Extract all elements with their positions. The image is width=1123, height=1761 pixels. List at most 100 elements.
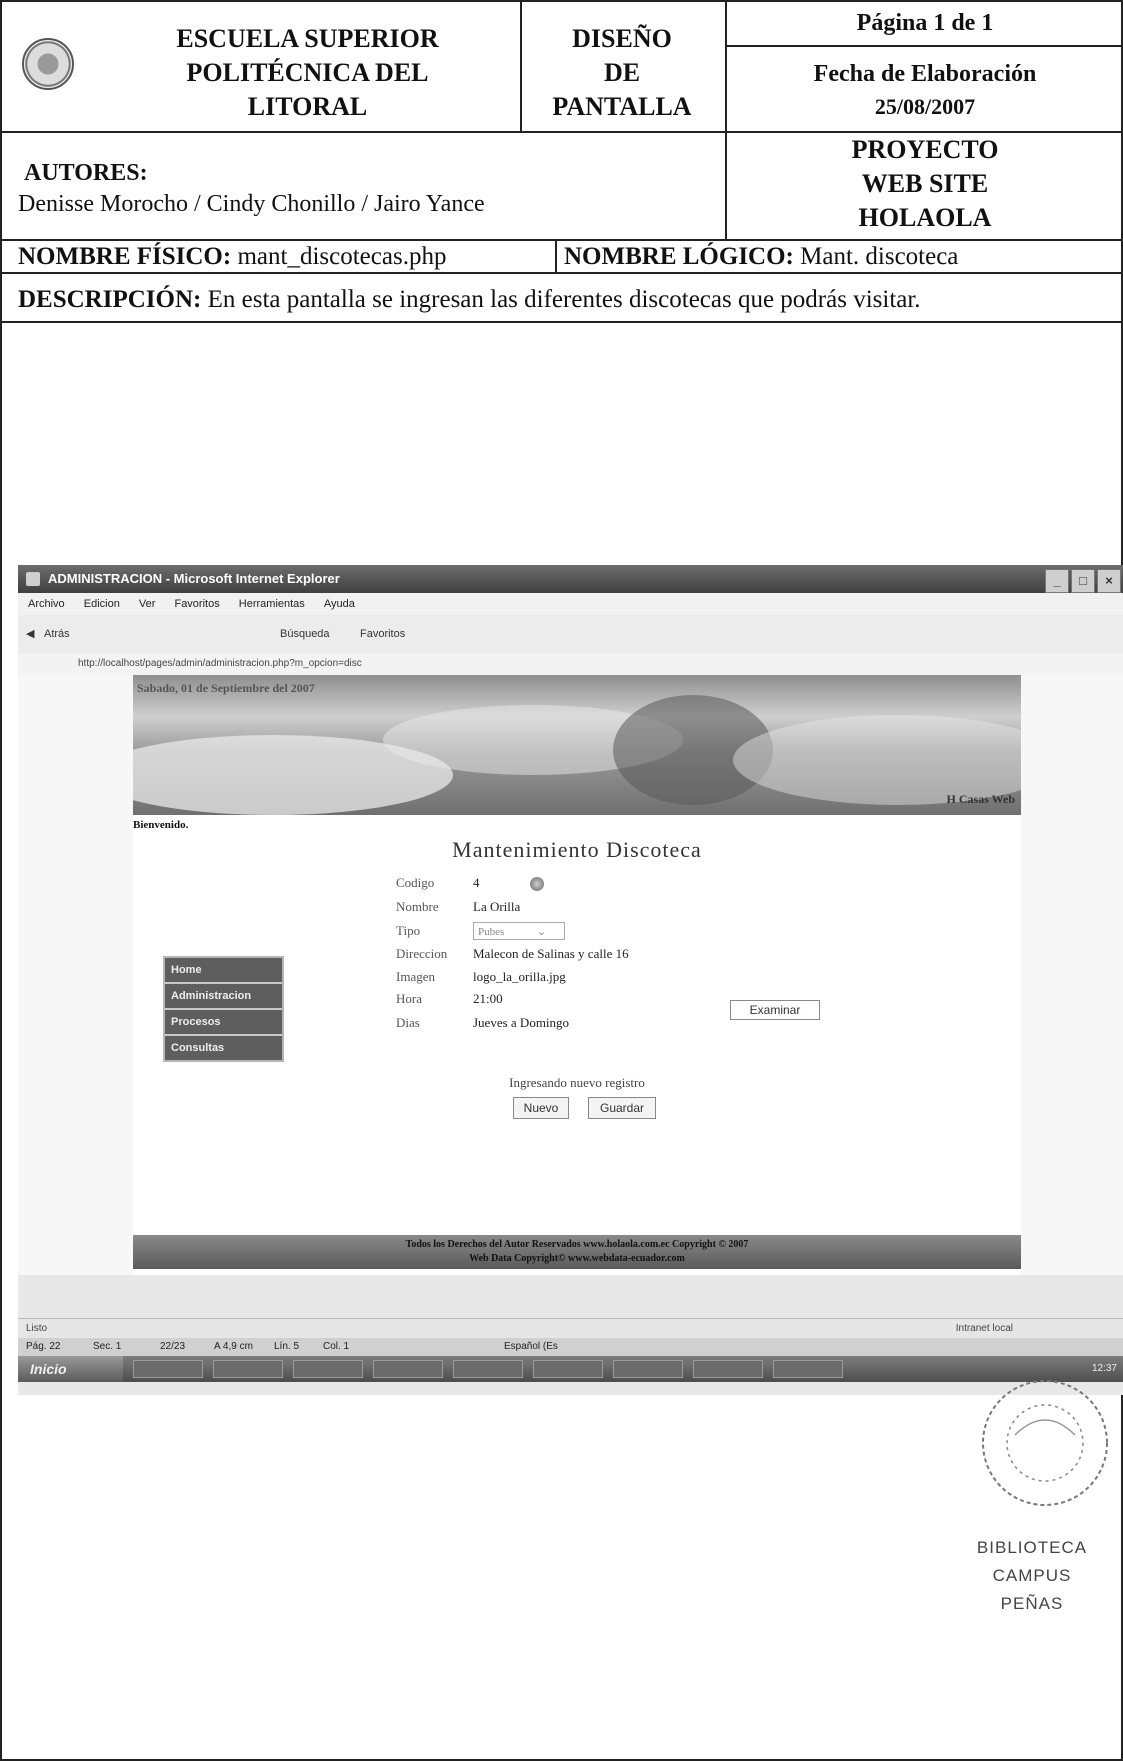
status-left: Listo (26, 1323, 48, 1334)
window-titlebar: ADMINISTRACION - Microsoft Internet Expl… (18, 565, 1123, 593)
tipo-value: Pubes (478, 926, 505, 938)
taskbar-item[interactable] (453, 1360, 523, 1378)
guardar-button[interactable]: Guardar (588, 1097, 656, 1119)
institution-line: POLITÉCNICA DEL (186, 58, 429, 87)
proyecto-line: HOLAOLA (858, 203, 992, 232)
institution-name: ESCUELA SUPERIOR POLITÉCNICA DEL LITORAL (110, 22, 505, 124)
nombre-logico-value: Mant. discoteca (800, 243, 959, 270)
nav-procesos[interactable]: Procesos (165, 1010, 282, 1036)
menu-ayuda[interactable]: Ayuda (324, 598, 355, 610)
descripcion-label: DESCRIPCIÓN: (18, 286, 202, 313)
nombre-logico: NOMBRE LÓGICO: Mant. discoteca (564, 240, 958, 273)
taskbar-item[interactable] (773, 1360, 843, 1378)
nombre-logico-label: NOMBRE LÓGICO: (564, 243, 794, 270)
word-language: Español (Es (504, 1341, 558, 1352)
divider (725, 45, 1123, 47)
back-button[interactable]: Atrás (44, 615, 70, 653)
banner-label: H Casas Web (946, 792, 1015, 806)
espol-logo (22, 38, 74, 90)
search-button[interactable]: Búsqueda (280, 615, 330, 653)
hora-label: Hora (396, 991, 422, 1006)
address-input[interactable]: http://localhost/pages/admin/administrac… (78, 658, 362, 669)
globe-icon[interactable] (529, 877, 544, 892)
taskbar-item[interactable] (133, 1360, 203, 1378)
back-icon[interactable]: ◀ (26, 615, 34, 653)
favorites-button[interactable]: Favoritos (360, 615, 405, 653)
descripcion: DESCRIPCIÓN: En esta pantalla se ingresa… (18, 283, 921, 316)
hora-input[interactable]: 21:00 (473, 991, 503, 1007)
examinar-button[interactable]: Examinar (730, 1000, 820, 1020)
word-position: A 4,9 cm (214, 1341, 253, 1352)
nuevo-button[interactable]: Nuevo (513, 1097, 569, 1119)
proyecto: PROYECTO WEB SITE HOLAOLA (727, 133, 1123, 235)
library-stamp (982, 1380, 1108, 1506)
dias-input[interactable]: Jueves a Domingo (473, 1015, 569, 1031)
taskbar-item[interactable] (373, 1360, 443, 1378)
status-right: Intranet local (955, 1323, 1013, 1334)
nombre-fisico-label: NOMBRE FÍSICO: (18, 243, 232, 270)
doc-type: DISEÑO DE PANTALLA (522, 22, 722, 124)
date-line: Sabado, 01 de Septiembre del 2007 (137, 681, 315, 695)
taskbar-item[interactable] (693, 1360, 763, 1378)
ie-icon (26, 572, 40, 586)
nav-administracion[interactable]: Administracion (165, 984, 282, 1010)
minimize-icon[interactable]: _ (1045, 569, 1069, 593)
window-controls: _ □ × (1043, 567, 1121, 593)
form-title: Mantenimiento Discoteca (452, 837, 702, 862)
word-section: Sec. 1 (93, 1341, 122, 1352)
stamp-penas: PEÑAS (1000, 1594, 1064, 1613)
direccion-label: Direccion (396, 946, 448, 961)
chevron-down-icon: ⌄ (537, 926, 547, 938)
nombre-input[interactable]: La Orilla (473, 899, 520, 915)
taskbar-item[interactable] (293, 1360, 363, 1378)
doc-type-line: DE (603, 58, 641, 87)
codigo-label: Codigo (396, 875, 435, 890)
stamp-campus: CAMPUS (992, 1566, 1072, 1585)
word-count: 22/23 (160, 1341, 186, 1352)
menu-archivo[interactable]: Archivo (28, 598, 65, 610)
start-button[interactable]: Inicio (18, 1356, 123, 1382)
dias-label: Dias (396, 1015, 420, 1030)
imagen-input[interactable]: logo_la_orilla.jpg (473, 969, 566, 985)
site-banner: Sabado, 01 de Septiembre del 2007 H Casa… (133, 675, 1021, 815)
footer-line: Web Data Copyright© www.webdata-ecuador.… (469, 1253, 685, 1264)
nombre-label: Nombre (396, 899, 439, 914)
taskbar-item[interactable] (613, 1360, 683, 1378)
doc-type-line: PANTALLA (552, 92, 692, 121)
stamp-biblioteca: BIBLIOTECA (976, 1538, 1088, 1557)
taskbar-item[interactable] (533, 1360, 603, 1378)
word-page: Pág. 22 (26, 1341, 61, 1352)
fecha-value: 25/08/2007 (874, 94, 976, 119)
menu-herramientas[interactable]: Herramientas (239, 598, 305, 610)
page-number: Página 1 de 1 (856, 10, 994, 36)
menu-edicion[interactable]: Edicion (84, 598, 120, 610)
autores-label: AUTORES: (24, 160, 148, 186)
close-icon[interactable]: × (1097, 569, 1121, 593)
tipo-select[interactable]: Pubes ⌄ (473, 922, 565, 940)
codigo-field[interactable]: 4 (473, 875, 544, 892)
menu-bar: Archivo Edicion Ver Favoritos Herramient… (18, 593, 1123, 615)
maximize-icon[interactable]: □ (1071, 569, 1095, 593)
browser-statusbar: Listo Intranet local (18, 1318, 1123, 1339)
menu-ver[interactable]: Ver (139, 598, 156, 610)
codigo-value: 4 (473, 875, 480, 890)
side-nav: Home Administracion Procesos Consultas (163, 956, 284, 1062)
doc-type-line: DISEÑO (572, 24, 672, 53)
ie-window-screenshot: ADMINISTRACION - Microsoft Internet Expl… (18, 565, 1123, 1395)
window-title: ADMINISTRACION - Microsoft Internet Expl… (48, 571, 340, 586)
nav-home[interactable]: Home (165, 958, 282, 984)
toolbar: ◀ Atrás Búsqueda Favoritos (18, 615, 1123, 653)
welcome-text: Bienvenido. (133, 819, 189, 831)
site-footer: Todos los Derechos del Autor Reservados … (133, 1235, 1021, 1269)
nav-consultas[interactable]: Consultas (165, 1036, 282, 1060)
direccion-input[interactable]: Malecon de Salinas y calle 16 (473, 946, 629, 962)
nombre-fisico: NOMBRE FÍSICO: mant_discotecas.php (18, 240, 446, 273)
menu-favoritos[interactable]: Favoritos (174, 598, 219, 610)
taskbar-item[interactable] (213, 1360, 283, 1378)
footer-line: Todos los Derechos del Autor Reservados … (405, 1239, 749, 1250)
divider (0, 321, 1123, 323)
institution-line: LITORAL (247, 92, 368, 121)
descripcion-value: En esta pantalla se ingresan las diferen… (207, 286, 921, 313)
address-bar: http://localhost/pages/admin/administrac… (18, 653, 1123, 675)
word-statusbar: Pág. 22 Sec. 1 22/23 A 4,9 cm Lín. 5 Col… (18, 1338, 1123, 1356)
